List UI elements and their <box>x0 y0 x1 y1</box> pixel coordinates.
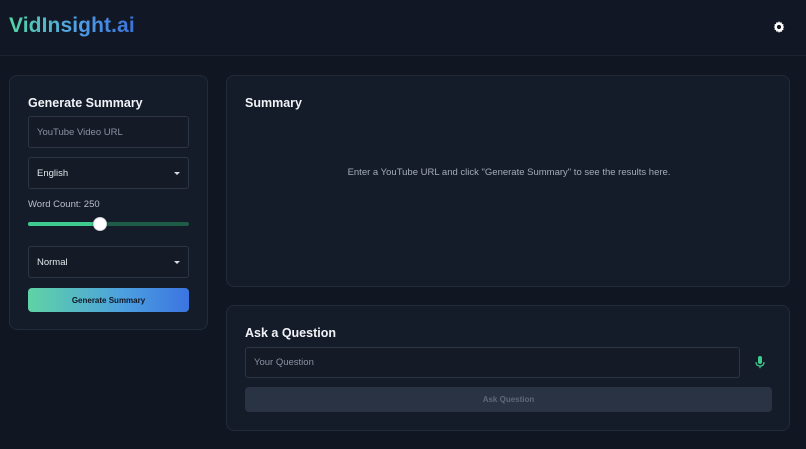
question-placeholder: Your Question <box>254 357 314 368</box>
ask-question-button[interactable]: Ask Question <box>245 387 772 412</box>
generate-summary-title: Generate Summary <box>28 96 143 110</box>
app-header: VidInsight.ai <box>0 0 806 56</box>
chevron-down-icon <box>174 172 180 175</box>
word-count-label: Word Count: 250 <box>28 199 100 210</box>
youtube-url-input[interactable]: YouTube Video URL <box>28 116 189 148</box>
microphone-icon <box>755 355 765 368</box>
ask-question-title: Ask a Question <box>245 326 336 340</box>
summary-style-select[interactable]: Normal <box>28 246 189 278</box>
summary-title: Summary <box>245 96 302 110</box>
ask-question-panel: Ask a Question Your Question Ask Questio… <box>226 305 790 431</box>
word-count-slider-fill <box>28 222 100 226</box>
language-select-value: English <box>37 167 69 179</box>
summary-placeholder-text: Enter a YouTube URL and click "Generate … <box>347 167 671 178</box>
chevron-down-icon <box>174 261 180 264</box>
youtube-url-placeholder: YouTube Video URL <box>37 126 123 138</box>
language-select[interactable]: English <box>28 157 189 189</box>
word-count-slider[interactable] <box>28 217 189 231</box>
app-logo: VidInsight.ai <box>9 14 135 37</box>
microphone-button[interactable] <box>754 355 766 369</box>
gear-icon <box>773 21 785 33</box>
generate-summary-panel: Generate Summary YouTube Video URL Engli… <box>9 75 208 330</box>
settings-button[interactable] <box>769 17 789 37</box>
generate-summary-button[interactable]: Generate Summary <box>28 288 189 312</box>
word-count-slider-handle[interactable] <box>93 217 107 231</box>
question-input[interactable]: Your Question <box>245 347 740 378</box>
summary-panel: Summary Enter a YouTube URL and click "G… <box>226 75 790 287</box>
summary-style-value: Normal <box>37 256 68 268</box>
